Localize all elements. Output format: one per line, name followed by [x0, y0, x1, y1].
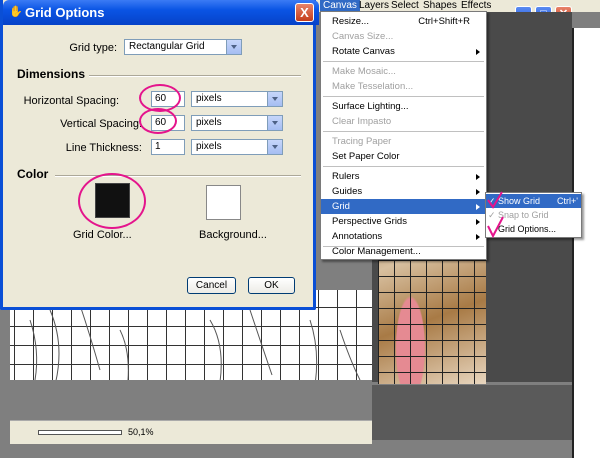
- submenu-arrow-icon: [476, 189, 480, 195]
- menu-item-tracing-paper: Tracing Paper: [321, 134, 486, 149]
- line-thickness-label: Line Thickness:: [65, 142, 142, 154]
- menu-item-label: Annotations: [332, 231, 383, 242]
- menu-item-guides[interactable]: Guides: [321, 184, 486, 199]
- menu-item-clear-impasto: Clear Impasto: [321, 114, 486, 129]
- chevron-down-icon[interactable]: [267, 92, 282, 106]
- menu-separator: [323, 61, 484, 62]
- hand-icon: ✋: [9, 6, 23, 18]
- menu-item-label: Clear Impasto: [332, 116, 392, 127]
- close-button[interactable]: X: [295, 3, 314, 22]
- grid-type-select[interactable]: Rectangular Grid: [124, 39, 242, 55]
- background-color-swatch[interactable]: [206, 185, 241, 220]
- ok-button[interactable]: OK: [248, 277, 295, 294]
- menu-item-label: Rulers: [332, 171, 360, 182]
- vertical-spacing-label: Vertical Spacing:: [60, 118, 142, 130]
- chevron-down-icon[interactable]: [267, 140, 282, 154]
- menu-item-label: Resize...: [332, 16, 369, 27]
- menu-item-make-mosaic: Make Mosaic...: [321, 64, 486, 79]
- submenu-arrow-icon: [476, 219, 480, 225]
- menu-separator: [323, 96, 484, 97]
- submenu-item-label: Grid Options...: [498, 224, 557, 234]
- submenu-arrow-icon: [476, 174, 480, 180]
- zoom-slider[interactable]: [38, 430, 122, 435]
- chevron-down-icon[interactable]: [267, 116, 282, 130]
- annotation-circle-vertical: [139, 108, 177, 134]
- menu-item-label: Canvas Size...: [332, 31, 394, 42]
- menu-item-resize[interactable]: Resize... Ctrl+Shift+R: [321, 14, 486, 29]
- line-thickness-input[interactable]: 1: [151, 139, 185, 155]
- menu-item-label: Guides: [332, 186, 363, 197]
- menu-item-label: Set Paper Color: [332, 151, 400, 162]
- horizontal-spacing-label: Horizontal Spacing:: [23, 95, 119, 107]
- menu-item-label: Make Mosaic...: [332, 66, 396, 77]
- chevron-down-icon[interactable]: [226, 40, 241, 54]
- dialog-titlebar[interactable]: ✋ Grid Options X: [3, 0, 319, 25]
- vertical-unit-value: pixels: [196, 117, 222, 128]
- menu-item-rulers[interactable]: Rulers: [321, 169, 486, 184]
- dialog-title: Grid Options: [25, 5, 105, 20]
- grid-type-value: Rectangular Grid: [129, 41, 205, 52]
- line-thickness-unit-value: pixels: [196, 141, 222, 152]
- menu-separator: [323, 166, 484, 167]
- annotation-circle-grid-color: [78, 173, 146, 229]
- divider: [89, 75, 301, 77]
- menu-item-make-tesselation: Make Tesselation...: [321, 79, 486, 94]
- divider: [55, 175, 301, 177]
- submenu-arrow-icon: [476, 234, 480, 240]
- horizontal-unit-select[interactable]: pixels: [191, 91, 283, 107]
- grid-color-label: Grid Color...: [73, 229, 132, 241]
- menu-item-rotate-canvas[interactable]: Rotate Canvas: [321, 44, 486, 59]
- line-thickness-unit-select[interactable]: pixels: [191, 139, 283, 155]
- horizontal-unit-value: pixels: [196, 93, 222, 104]
- annotation-checkmarks: [487, 191, 504, 239]
- submenu-arrow-icon: [476, 49, 480, 55]
- menu-item-label: Grid: [332, 201, 350, 212]
- menu-item-set-paper-color[interactable]: Set Paper Color: [321, 149, 486, 164]
- menu-item-annotations[interactable]: Annotations: [321, 229, 486, 244]
- grid-options-dialog: ✋ Grid Options X Grid type: Rectangular …: [0, 0, 319, 310]
- menu-item-label: Color Management...: [332, 246, 421, 257]
- submenu-item-shortcut: Ctrl+': [557, 196, 578, 206]
- color-header: Color: [17, 167, 49, 181]
- cancel-button[interactable]: Cancel: [187, 277, 236, 294]
- menu-item-surface-lighting[interactable]: Surface Lighting...: [321, 99, 486, 114]
- background-color-label: Background...: [199, 229, 267, 241]
- menu-item-canvas-size: Canvas Size...: [321, 29, 486, 44]
- menu-item-label: Tracing Paper: [332, 136, 392, 147]
- menu-separator: [323, 131, 484, 132]
- submenu-arrow-icon: [476, 204, 480, 210]
- menu-item-label: Perspective Grids: [332, 216, 407, 227]
- zoom-level-text: 50,1%: [128, 427, 154, 437]
- vertical-unit-select[interactable]: pixels: [191, 115, 283, 131]
- dimensions-header: Dimensions: [17, 67, 86, 81]
- grid-type-label: Grid type:: [69, 42, 117, 54]
- canvas-menu: Resize... Ctrl+Shift+R Canvas Size... Ro…: [320, 11, 487, 260]
- side-panel: [572, 28, 600, 458]
- left-document-pasteboard: [10, 380, 372, 420]
- menu-item-grid[interactable]: Grid: [321, 199, 486, 214]
- menu-item-label: Surface Lighting...: [332, 101, 409, 112]
- menu-item-perspective-grids[interactable]: Perspective Grids: [321, 214, 486, 229]
- menu-item-shortcut: Ctrl+Shift+R: [418, 16, 470, 27]
- right-document-pasteboard: [372, 385, 572, 440]
- menu-item-color-management[interactable]: Color Management...: [321, 244, 486, 259]
- menu-item-label: Make Tesselation...: [332, 81, 414, 92]
- menu-item-label: Rotate Canvas: [332, 46, 395, 57]
- submenu-item-label: Snap to Grid: [498, 210, 549, 220]
